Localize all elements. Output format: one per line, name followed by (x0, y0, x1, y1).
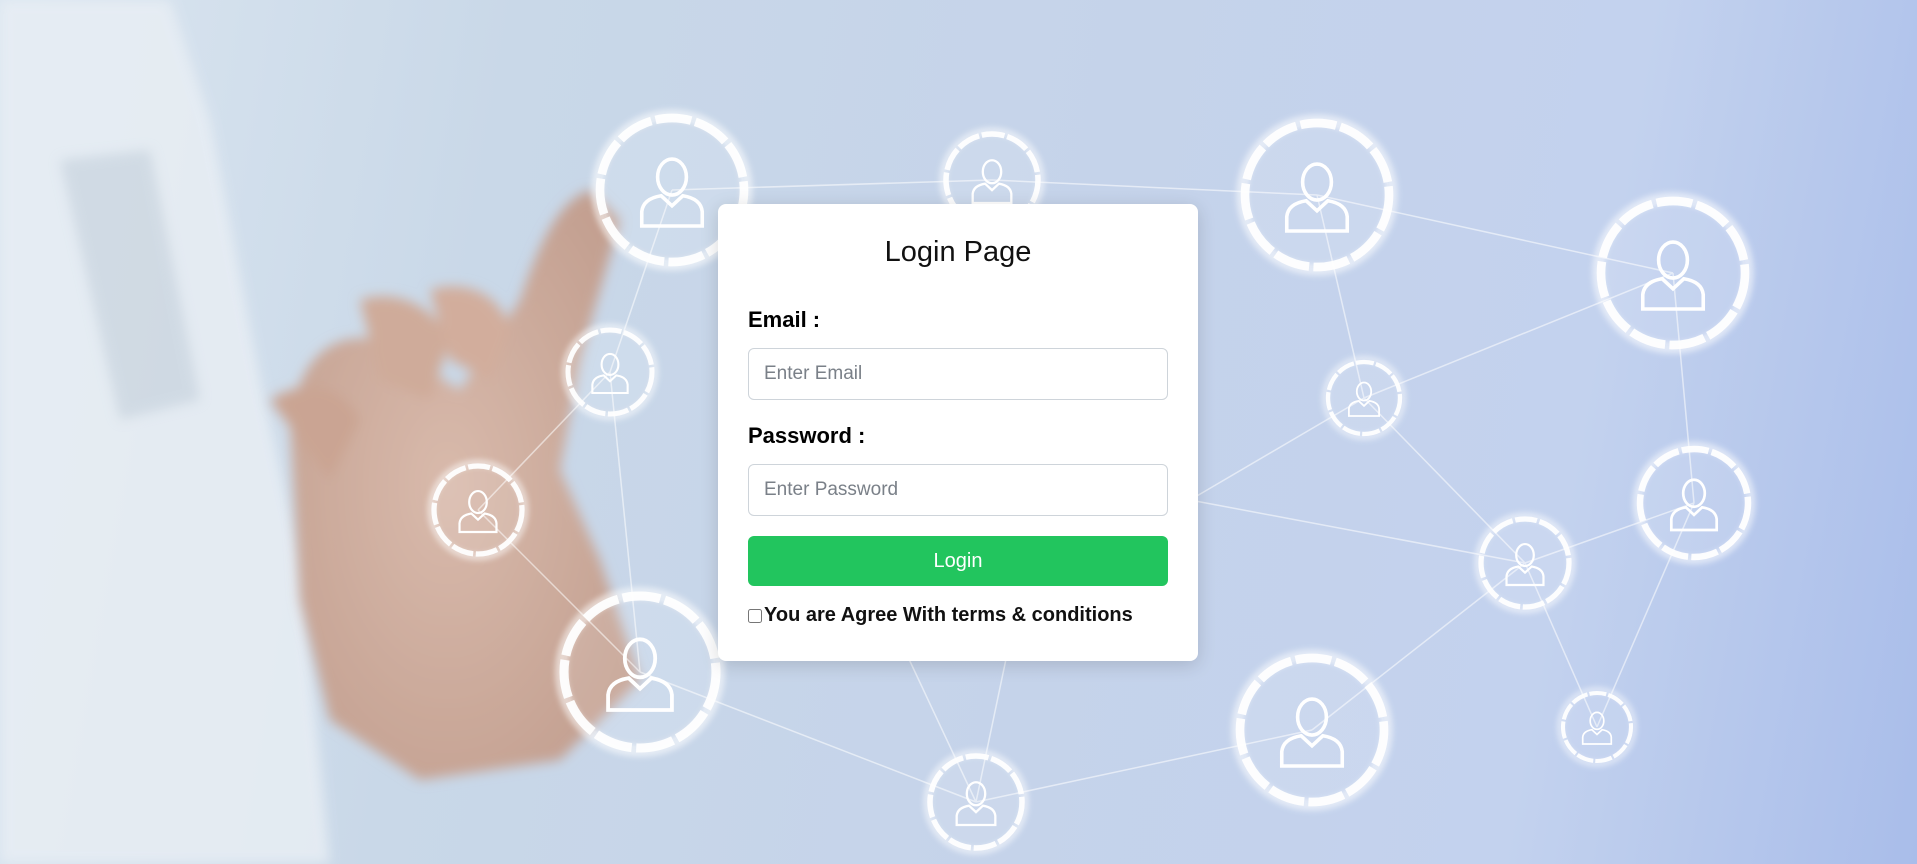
user-node-icon (554, 586, 726, 758)
user-node-icon (1592, 192, 1754, 354)
user-node-icon (1474, 512, 1576, 614)
user-node-icon (1632, 441, 1756, 565)
terms-checkbox[interactable] (748, 608, 762, 623)
page-title: Login Page (884, 236, 1032, 268)
user-node-icon (561, 323, 659, 421)
user-node-icon (1236, 114, 1398, 276)
email-label: Email : (748, 307, 821, 332)
terms-label: You are Agree With terms & conditions (764, 604, 1133, 626)
login-card: Login Page Email : Password : Login You … (718, 204, 1198, 661)
user-node-icon (427, 459, 529, 561)
password-label: Password : (748, 423, 866, 448)
login-button[interactable]: Login (748, 536, 1168, 586)
user-node-icon (923, 749, 1029, 855)
terms-row: You are Agree With terms & conditions (748, 604, 1168, 627)
user-node-icon (1231, 649, 1393, 811)
user-node-icon (1557, 687, 1637, 767)
background-arm (0, 0, 330, 864)
email-field[interactable] (748, 348, 1168, 400)
password-field[interactable] (748, 464, 1168, 516)
user-node-icon (1322, 356, 1406, 440)
